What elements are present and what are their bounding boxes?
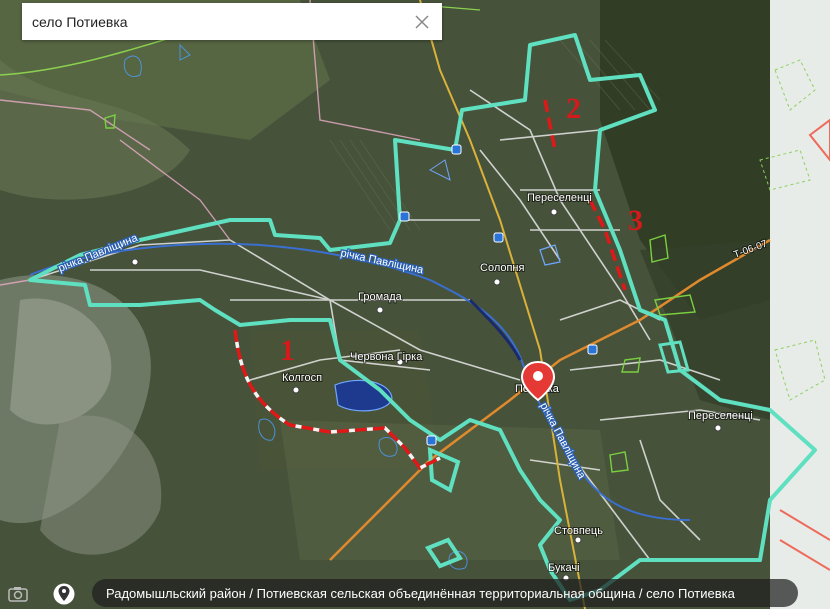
place-label: Червона Гірка [350, 351, 423, 363]
place-label: Переселенці [688, 410, 753, 422]
search-box[interactable]: село Потиевка [22, 3, 442, 40]
location-pin-icon [53, 583, 75, 605]
zone-number-1: 1 [280, 334, 295, 367]
place-label: Колгосп [282, 372, 322, 384]
place-label: Переселенці [527, 192, 592, 204]
clear-search-button[interactable] [412, 12, 432, 32]
zone-number-2: 2 [566, 92, 581, 125]
place-label: Букачі [548, 562, 580, 574]
locate-button[interactable] [50, 580, 78, 608]
place-label: Громада [358, 291, 403, 303]
search-input[interactable]: село Потиевка [32, 14, 412, 30]
bottom-bar: Радомышльский район / Потиевская сельска… [0, 579, 830, 609]
breadcrumb-text: Радомышльский район / Потиевская сельска… [106, 585, 735, 601]
screenshot-button[interactable] [4, 580, 32, 608]
place-label: Стовпець [554, 525, 603, 537]
close-icon [415, 14, 429, 29]
breadcrumb: Радомышльский район / Потиевская сельска… [92, 579, 798, 607]
place-label: Солопня [480, 262, 525, 274]
camera-icon [8, 587, 28, 602]
map-canvas[interactable]: Переселенці Солопня Громада Червона Гірк… [0, 0, 830, 609]
zone-number-3: 3 [628, 204, 643, 237]
